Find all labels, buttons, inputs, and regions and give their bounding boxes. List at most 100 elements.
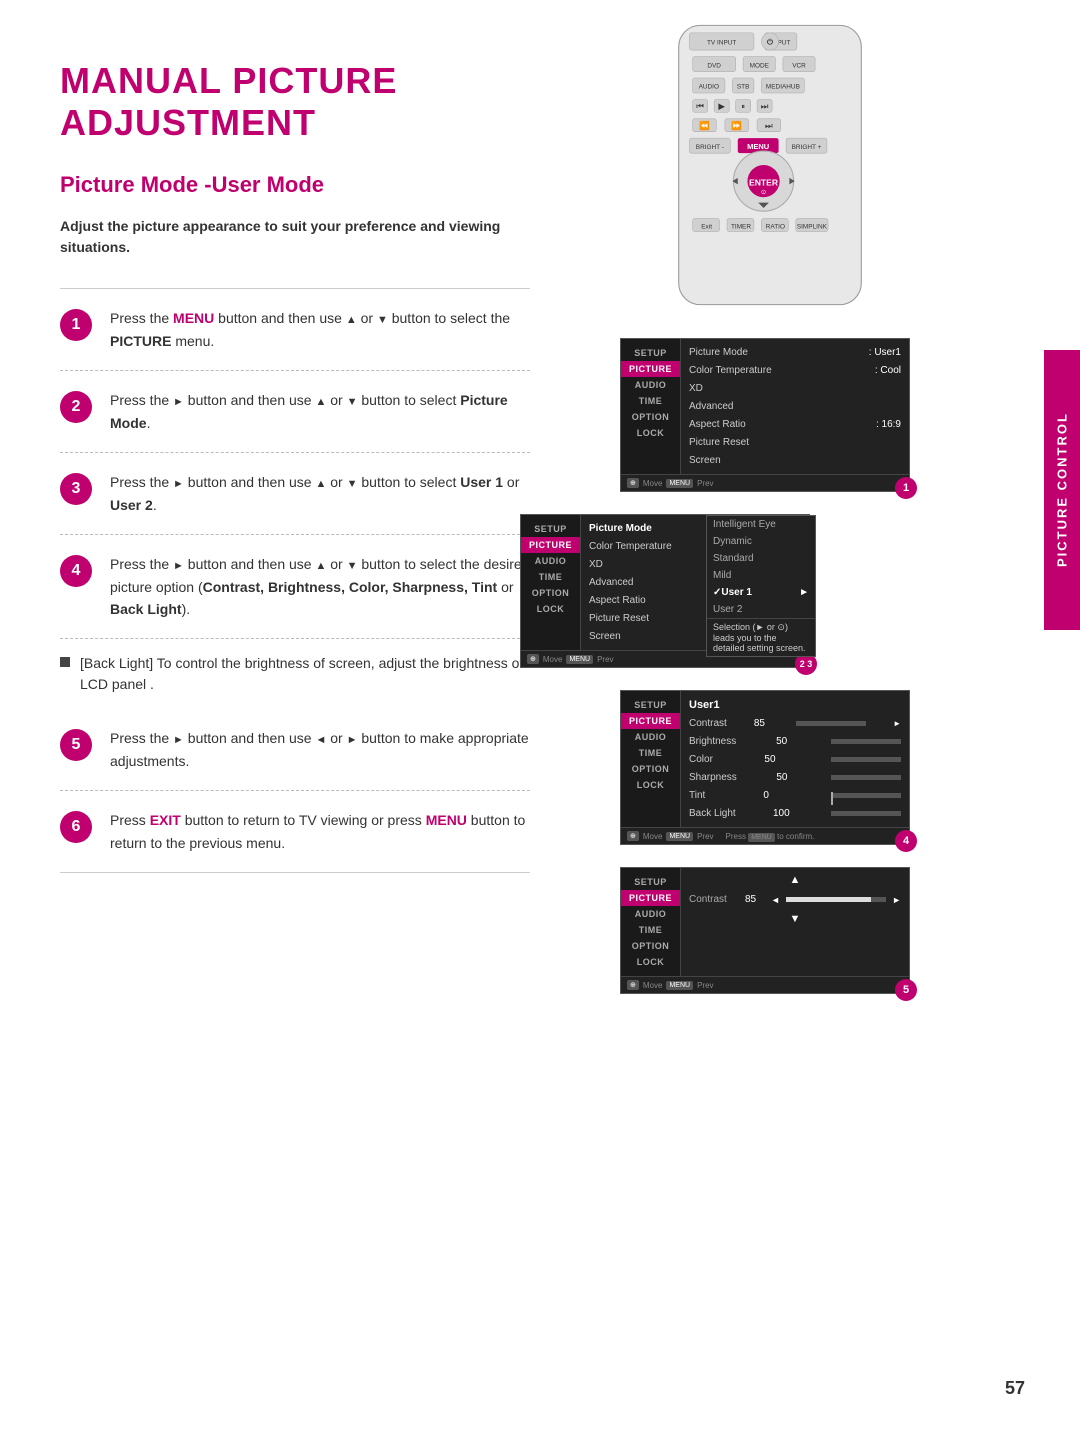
footer-move-text: Move [643,479,663,488]
right-panel: TV INPUT INPUT ⏻ DVD MODE VCR AUDIO [580,0,960,1439]
menu-row-color-temp: Color Temperature : Cool [689,363,901,378]
submenu-item-mild: Mild [707,567,815,584]
note-square-icon [60,657,70,667]
section-subtitle: Picture Mode -User Mode [60,172,530,198]
menu-footer-4: ⊕ Move MENU Prev [621,976,909,993]
menu-sidebar-2: SETUP PICTURE AUDIO TIME OPTION LOCK [521,515,581,650]
sidebar-setup-2: SETUP [521,521,580,537]
sidebar-setup: SETUP [621,345,680,361]
svg-text:⏩: ⏩ [731,120,742,130]
picture-mode-label: Picture Mode [689,347,748,358]
menu-icon-footer-4: MENU [666,981,693,990]
svg-text:MEDIAHUB: MEDIAHUB [766,84,800,91]
footer-move-text-3: Move [643,832,663,841]
brightness-bar [831,739,901,744]
footer-prev-text-4: Prev [697,981,713,990]
advanced-label-2: Advanced [589,577,633,588]
brightness-label-3: Brightness [689,736,736,747]
steps-container: 1 Press the MENU button and then use or … [60,288,530,873]
user1-header: User1 [689,697,901,713]
move-icon-2: ⊕ [527,654,539,664]
reset-label-2: Picture Reset [589,613,649,624]
reset-label: Picture Reset [689,437,749,448]
remote-control: TV INPUT INPUT ⏻ DVD MODE VCR AUDIO [630,20,910,320]
sidebar-audio-4: AUDIO [621,906,680,922]
svg-text:AUDIO: AUDIO [699,84,719,91]
menu-sidebar-1: SETUP PICTURE AUDIO TIME OPTION LOCK [621,339,681,474]
arrow-right-icon [173,392,184,408]
tint-bar-fill [831,792,833,805]
sidebar-time-4: TIME [621,922,680,938]
submenu-item-user2: User 2 [707,601,815,618]
picture-label: PICTURE [110,333,171,349]
badge-4: 4 [895,830,917,852]
sidebar-time: TIME [621,393,680,409]
svg-text:BRIGHT +: BRIGHT + [792,144,822,151]
arrow-down-icon-2 [347,392,358,408]
sidebar-lock-3: LOCK [621,777,680,793]
step-number-3: 3 [60,473,92,505]
menu-row-advanced: Advanced [689,399,901,414]
step-number-5: 5 [60,729,92,761]
step-number-2: 2 [60,391,92,423]
color-value-3: 50 [764,754,775,765]
contrast-value-3: 85 [754,718,765,729]
svg-text:MODE: MODE [750,62,770,69]
menu-label: MENU [173,310,214,326]
menu-row-brightness-3: Brightness 50 [689,734,901,749]
sidebar-lock-4: LOCK [621,954,680,970]
menu-footer-1: ⊕ Move MENU Prev [621,474,909,491]
user2-label: User 2 [110,497,153,513]
menu-screen-3: SETUP PICTURE AUDIO TIME OPTION LOCK Use… [620,690,910,845]
svg-text:⏭: ⏭ [761,101,769,111]
svg-text:MENU: MENU [747,142,769,151]
sidebar-picture-active-2: PICTURE [521,537,580,553]
down-arrow-indicator: ▼ [689,909,901,925]
intro-text: Adjust the picture appearance to suit yo… [60,216,530,258]
sidebar-setup-3: SETUP [621,697,680,713]
aspect-label-2: Aspect Ratio [589,595,646,606]
menu-row-contrast-3: Contrast 85 ► [689,716,901,731]
menu-content-3: User1 Contrast 85 ► Brightness 50 [681,691,909,827]
color-temp-label: Color Temperature [689,365,772,376]
menu-row-color-3: Color 50 [689,752,901,767]
color-bar [831,757,901,762]
menu-row-tint-3: Tint 0 [689,788,901,803]
menu-footer-3: ⊕ Move MENU Prev Press MENU to confirm. [621,827,909,844]
step-number-4: 4 [60,555,92,587]
badge-5: 5 [895,979,917,1001]
step-text-4: Press the button and then use or button … [110,553,530,620]
advanced-label: Advanced [689,401,733,412]
footer-move-text-2: Move [543,655,563,664]
svg-text:TIMER: TIMER [731,223,751,230]
arrow-up-icon-4 [315,556,326,572]
picture-mode-submenu: Intelligent Eye Dynamic Standard Mild ✓U… [706,515,816,657]
svg-text:DVD: DVD [707,62,721,69]
menu-label-2: MENU [426,812,467,828]
menu-row-sharpness-3: Sharpness 50 [689,770,901,785]
backlight-value-3: 100 [773,808,790,819]
svg-text:VCR: VCR [792,62,806,69]
contrast-label-3: Contrast [689,718,727,729]
contrast-slider-track [786,897,886,902]
contrast-adjustment-row: Contrast 85 ◄ ► [689,890,901,909]
note-text: [Back Light] To control the brightness o… [80,653,530,695]
sidebar-lock: LOCK [621,425,680,441]
menu-row-xd: XD [689,381,901,396]
svg-text:BRIGHT -: BRIGHT - [696,144,724,151]
xd-label: XD [689,383,703,394]
svg-text:ENTER: ENTER [749,177,779,187]
menu-screen-2: SETUP PICTURE AUDIO TIME OPTION LOCK Pic… [520,514,810,668]
contrast-bar [796,721,866,726]
menu-row-picture-mode: Picture Mode : User1 [689,345,901,360]
sidebar-option-4: OPTION [621,938,680,954]
menu-icon-footer: MENU [666,479,693,488]
step-3: 3 Press the button and then use or butto… [60,453,530,535]
menu-sidebar-4: SETUP PICTURE AUDIO TIME OPTION LOCK [621,868,681,976]
arrow-up-icon [346,310,357,326]
right-arrow-4: ► [892,895,901,905]
step-number-6: 6 [60,811,92,843]
step-1: 1 Press the MENU button and then use or … [60,288,530,371]
footer-move-text-4: Move [643,981,663,990]
arrow-right-icon-4 [173,556,184,572]
